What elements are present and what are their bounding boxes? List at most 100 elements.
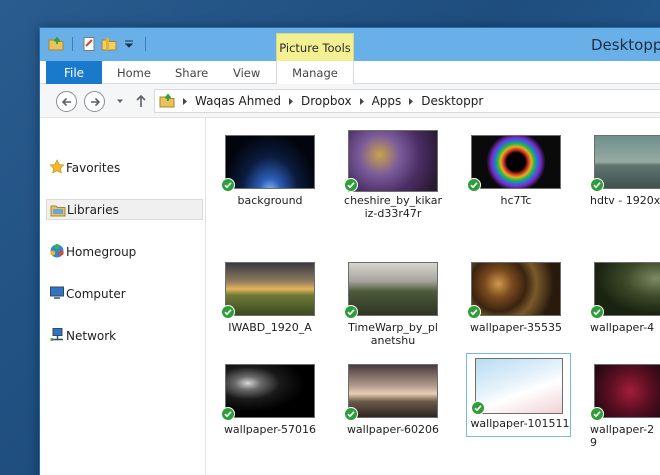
picture-tools-header: Picture Tools — [276, 33, 354, 61]
file-name: hdtv - 1920x — [590, 194, 660, 207]
breadcrumb-user[interactable]: Waqas Ahmed — [195, 94, 281, 108]
file-tile[interactable]: wallpaper-60206 — [340, 357, 444, 453]
breadcrumb-desktoppr[interactable]: Desktoppr — [421, 94, 483, 108]
sync-check-icon — [590, 178, 604, 192]
sync-check-icon — [344, 178, 358, 192]
tab-file[interactable]: File — [46, 61, 102, 84]
navigation-pane: Favorites Libraries Homegroup Computer N… — [40, 118, 206, 475]
sync-check-icon — [590, 407, 604, 421]
tab-view[interactable]: View — [233, 61, 260, 84]
file-name: TimeWarp_by_pl anetshu — [348, 321, 438, 347]
nav-homegroup[interactable]: Homegroup — [46, 241, 203, 262]
file-name: cheshire_by_kikar iz-d33r47r — [344, 194, 442, 220]
tab-manage[interactable]: Manage — [276, 61, 354, 85]
arrow-left-icon — [61, 97, 71, 106]
nav-homegroup-label: Homegroup — [66, 244, 137, 259]
window-title: Desktoppr — [591, 36, 660, 54]
recent-locations-button[interactable] — [113, 93, 127, 109]
sync-check-icon — [344, 305, 358, 319]
address-bar: Waqas Ahmed Dropbox Apps Desktoppr — [40, 84, 660, 118]
sync-check-icon — [221, 178, 235, 192]
thumbnail-dark-face — [225, 364, 315, 418]
title-bar: Picture Tools Desktoppr — [40, 28, 660, 61]
up-button[interactable] — [134, 93, 148, 109]
file-tile[interactable]: wallpaper-57016 — [217, 357, 321, 453]
file-tile[interactable]: cheshire_by_kikar iz-d33r47r — [340, 128, 444, 224]
libraries-icon — [50, 205, 66, 217]
file-name: background — [237, 194, 303, 207]
thumbnail-red-tentacles — [594, 364, 660, 418]
file-tile[interactable]: wallpaper-4 — [586, 255, 660, 351]
forward-button[interactable] — [84, 91, 105, 112]
thumbnail-sunset-car — [225, 262, 315, 316]
file-name: wallpaper-60206 — [346, 423, 440, 436]
thumbnail-fractal-brown — [471, 262, 561, 316]
file-name: wallpaper-35535 — [469, 321, 563, 334]
star-icon — [49, 159, 65, 174]
thumbnail-road-landscape — [348, 262, 438, 316]
quick-access-toolbar — [48, 36, 150, 52]
chevron-right-icon[interactable] — [356, 96, 368, 106]
file-name: IWABD_1920_A — [228, 321, 312, 334]
arrow-right-icon — [90, 97, 100, 106]
file-name: hc7Tc — [500, 194, 532, 207]
file-name: wallpaper-4 — [590, 321, 655, 334]
thumbnail-neon-rings — [471, 135, 561, 189]
sync-check-icon — [221, 407, 235, 421]
back-button[interactable] — [56, 91, 77, 112]
nav-favorites[interactable]: Favorites — [46, 157, 203, 178]
dropdown-icon[interactable] — [121, 36, 137, 52]
homegroup-icon — [50, 244, 64, 258]
thumbnail-dark-trees — [594, 262, 660, 316]
file-list: background cheshire_by_kikar iz-d33r47r … — [207, 118, 660, 475]
tab-home[interactable]: Home — [117, 61, 151, 84]
file-tile[interactable]: wallpaper-35535 — [463, 255, 567, 351]
address-path[interactable]: Waqas Ahmed Dropbox Apps Desktoppr — [154, 89, 660, 113]
computer-icon — [50, 286, 64, 299]
file-name: wallpaper-2 9 — [590, 423, 655, 449]
nav-network-label: Network — [66, 328, 117, 343]
arrow-up-icon — [136, 94, 146, 107]
nav-computer-label: Computer — [66, 286, 126, 301]
file-tile[interactable]: background — [217, 128, 321, 224]
file-tile[interactable]: hdtv - 1920x — [586, 128, 660, 224]
file-tile[interactable]: wallpaper-2 9 — [586, 357, 660, 453]
file-name: wallpaper-101511 — [470, 417, 570, 430]
toolbar-separator — [145, 37, 146, 51]
chevron-right-icon[interactable] — [405, 96, 417, 106]
tab-share[interactable]: Share — [175, 61, 208, 84]
file-tile[interactable]: hc7Tc — [463, 128, 567, 224]
chevron-right-icon[interactable] — [179, 96, 191, 106]
chevron-right-icon[interactable] — [285, 96, 297, 106]
thumbnail-cheshire-cat — [348, 130, 438, 192]
folder-icon[interactable] — [48, 36, 64, 52]
thumbnail-space-planet — [225, 135, 315, 189]
ribbon-tabs: File Home Share View Manage — [40, 61, 660, 85]
toolbar-separator — [72, 37, 73, 51]
nav-libraries[interactable]: Libraries — [46, 199, 203, 220]
explorer-window: Picture Tools Desktoppr File Home Share … — [39, 27, 660, 475]
new-folder-icon[interactable] — [101, 36, 117, 52]
breadcrumb-dropbox[interactable]: Dropbox — [301, 94, 352, 108]
thumbnail-cartoon-drawing — [475, 358, 563, 414]
sync-check-icon — [467, 305, 481, 319]
nav-computer[interactable]: Computer — [46, 283, 203, 304]
thumbnail-sea-sky — [594, 135, 660, 189]
nav-libraries-label: Libraries — [67, 202, 119, 217]
network-icon — [50, 328, 63, 342]
folder-icon — [159, 93, 175, 109]
sync-check-icon — [590, 305, 604, 319]
sync-check-icon — [467, 178, 481, 192]
file-tile[interactable]: TimeWarp_by_pl anetshu — [340, 255, 444, 351]
nav-network[interactable]: Network — [46, 325, 203, 346]
breadcrumb-apps[interactable]: Apps — [372, 94, 402, 108]
file-name: wallpaper-57016 — [223, 423, 317, 436]
file-tile[interactable]: IWABD_1920_A — [217, 255, 321, 351]
nav-favorites-label: Favorites — [66, 160, 121, 175]
thumbnail-mountain-dusk — [348, 364, 438, 418]
file-tile-selected[interactable]: wallpaper-101511 — [466, 353, 571, 437]
chevron-down-icon — [117, 99, 123, 103]
properties-icon[interactable] — [81, 36, 97, 52]
sync-check-icon — [221, 305, 235, 319]
sync-check-icon — [471, 401, 485, 415]
